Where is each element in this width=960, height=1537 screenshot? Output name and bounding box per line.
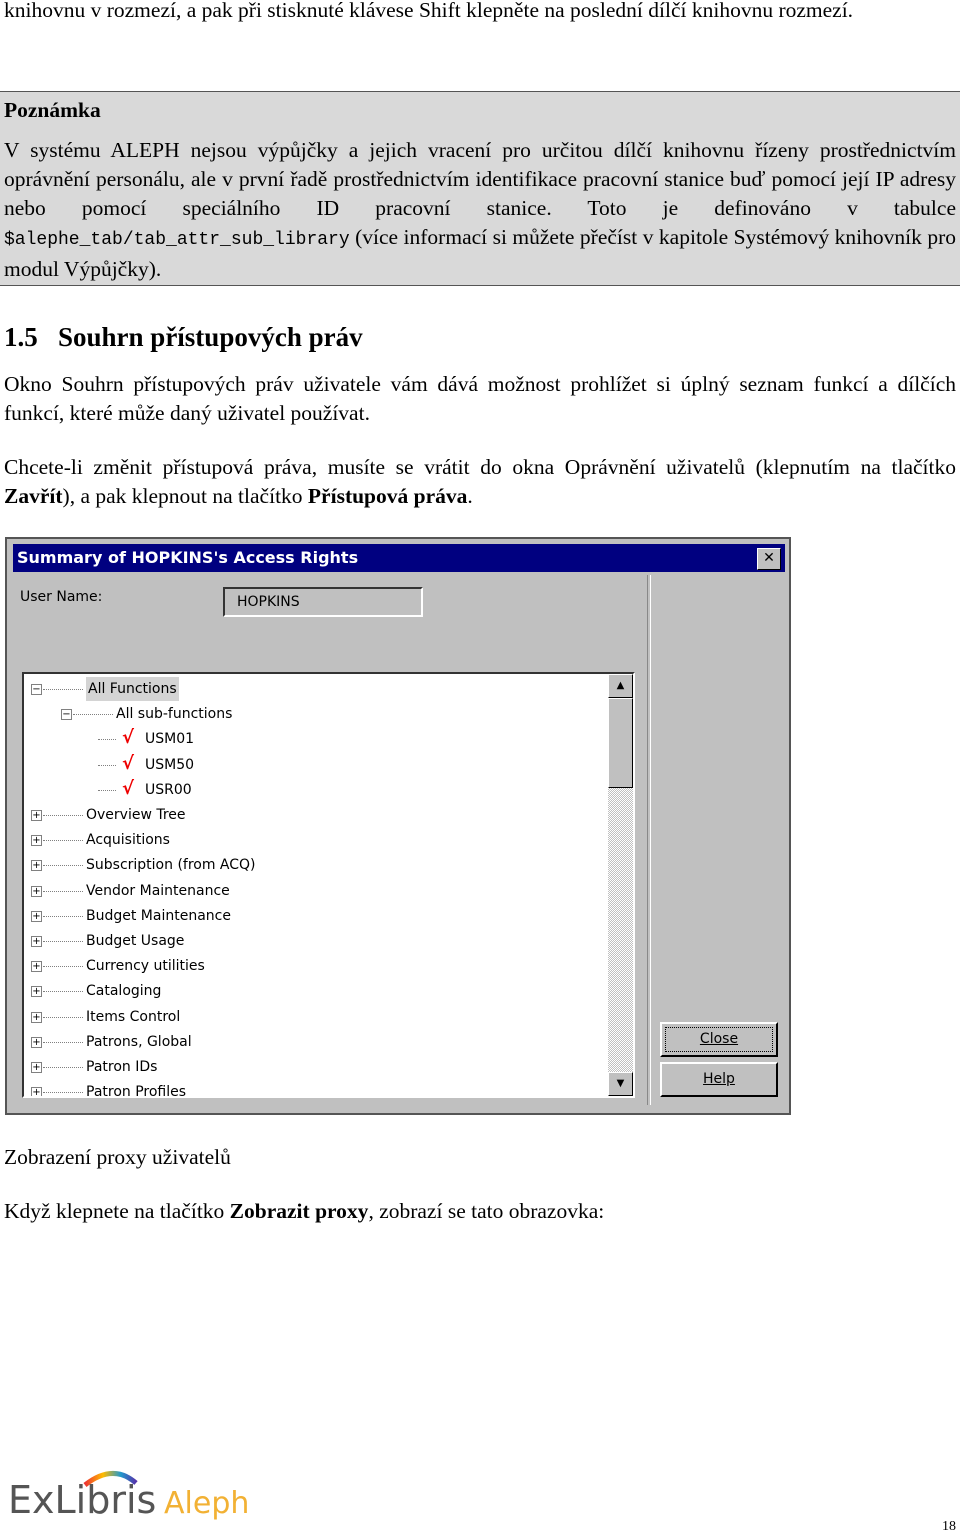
tree-item-label: USR00 [145,781,192,798]
tree-connector [43,1067,83,1068]
svg-text:Aleph: Aleph [164,1486,249,1521]
tree-item-label: Budget Maintenance [86,907,231,924]
tree-item-label: USM50 [145,756,195,773]
note-heading: Poznámka [4,98,101,122]
expand-icon[interactable]: + [31,986,42,998]
close-button[interactable]: Close [660,1022,778,1057]
tree-item[interactable]: − All sub-functions [24,702,604,726]
tree-item[interactable]: + Currency utilities [24,954,604,978]
tree-connector [43,966,83,968]
paragraph-3: Když klepnete na tlačítko Zobrazit proxy… [4,1199,605,1223]
tree-connector [43,1041,83,1043]
expand-icon[interactable]: + [31,810,42,821]
section-paragraph-1: Okno Souhrn přístupových práv uživatele … [4,372,956,425]
section-heading: 1.5 Souhrn přístupových práv [4,322,363,352]
collapse-icon[interactable]: − [61,709,72,721]
checkmark-icon: √ [122,752,135,774]
tree-item[interactable]: √ USR00 [24,778,604,802]
close-icon[interactable]: ✕ [757,548,781,570]
tree-item-label: Subscription (from ACQ) [86,857,256,874]
tree-item-label: Cataloging [86,983,162,1000]
tree-item-label: Budget Usage [86,933,185,949]
tree-item-label: Patron IDs [86,1059,158,1075]
scroll-up-icon[interactable]: ▲ [608,674,633,698]
tree-connector [43,689,83,690]
exlibris-logo: ExLibris Aleph [8,1465,258,1530]
tree-connector [98,739,116,741]
tree-connector [43,991,83,993]
scroll-thumb[interactable] [608,698,633,788]
logo-arc-icon: ExLibris Aleph [8,1471,249,1522]
tree-connector [43,890,83,892]
tree-item[interactable]: + Vendor Maintenance [24,879,604,903]
tree-item[interactable]: + Patron Profiles [24,1080,604,1098]
help-button[interactable]: Help [660,1062,778,1097]
note-text: V systému ALEPH nejsou výpůjčky a jejich… [4,138,956,281]
tree-item-label: Currency utilities [86,958,205,975]
checkmark-icon: √ [122,777,135,799]
user-name-field: HOPKINS [223,587,423,617]
tree-item[interactable]: √ USM50 [24,753,604,777]
tree-connector [43,1016,83,1018]
tree-connector [98,764,116,766]
tree-item[interactable]: + Overview Tree [24,803,604,827]
scrollbar[interactable]: ▲ ▼ [608,674,633,1096]
expand-icon[interactable]: + [31,961,42,973]
intro-paragraph: knihovnu v rozmezí, a pak při stisknuté … [4,0,854,22]
expand-icon[interactable]: + [31,1011,42,1023]
tree-item[interactable]: + Budget Usage [24,929,604,953]
caption: Zobrazení proxy uživatelů [4,1145,231,1169]
tree-item-label: Acquisitions [86,832,170,849]
expand-icon[interactable]: + [31,860,42,872]
document-page: knihovnu v rozmezí, a pak při stisknuté … [0,0,960,1537]
checkmark-icon: √ [122,727,135,749]
tree-connector [43,915,83,917]
tree-connector [43,941,83,942]
tree-item[interactable]: + Items Control [24,1005,604,1029]
page-number: 18 [942,1519,956,1534]
tree-item[interactable]: − All Functions [24,677,604,701]
svg-text:ExLibris: ExLibris [8,1478,156,1522]
tree-item-label: USM01 [145,731,195,748]
dialog-title-bar: Summary of HOPKINS's Access Rights ✕ [13,544,785,572]
tree-item[interactable]: + Subscription (from ACQ) [24,853,604,877]
tree-item[interactable]: + Acquisitions [24,828,604,852]
tree-connector [43,815,83,816]
tree-connector [43,840,83,842]
tree-item[interactable]: + Cataloging [24,979,604,1003]
expand-icon[interactable]: + [31,936,42,947]
tree-item-label: Overview Tree [86,807,186,823]
expand-icon[interactable]: + [31,910,42,922]
tree-connector [43,865,83,867]
scroll-down-icon[interactable]: ▼ [608,1072,633,1096]
tree-item-label: All Functions [86,677,179,701]
tree-item-label: Items Control [86,1008,181,1025]
divider [647,575,651,1105]
access-rights-dialog: Summary of HOPKINS's Access Rights ✕ Use… [5,537,791,1115]
tree-item[interactable]: + Patron IDs [24,1055,604,1079]
table-path: $alephe_tab/tab_attr_sub_library [4,230,350,250]
tree-connector [43,1092,83,1094]
tree-item-label: Patrons, Global [86,1033,192,1050]
tree-item-label: All sub-functions [116,706,233,723]
section-paragraph-2: Chcete-li změnit přístupová práva, musít… [4,455,956,508]
tree-item[interactable]: + Budget Maintenance [24,904,604,928]
functions-tree: + Patron Profiles + Patron IDs + Patrons, Glo… [22,672,635,1098]
tree-connector [98,789,116,791]
user-name-label: User Name: [20,589,103,605]
collapse-icon[interactable]: − [31,684,42,695]
expand-icon[interactable]: + [31,1036,42,1048]
tree-item[interactable]: + Patrons, Global [24,1030,604,1054]
tree-item-label: Vendor Maintenance [86,882,230,899]
tree-item-label: Patron Profiles [86,1084,187,1098]
tree-connector [73,714,113,716]
note-box: Poznámka V systému ALEPH nejsou výpůjčky… [0,91,960,286]
expand-icon[interactable]: + [31,1062,42,1073]
expand-icon[interactable]: + [31,885,42,897]
expand-icon[interactable]: + [31,1087,42,1096]
tree-item[interactable]: √ USM01 [24,727,604,751]
expand-icon[interactable]: + [31,835,42,847]
